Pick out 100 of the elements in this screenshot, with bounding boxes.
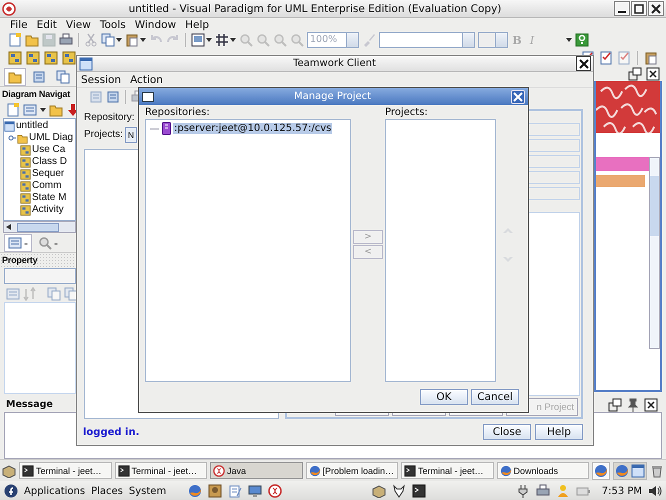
terminal-icon[interactable] bbox=[22, 464, 34, 476]
diagram-icon[interactable] bbox=[44, 51, 58, 65]
grid-icon[interactable] bbox=[215, 33, 229, 47]
java-icon[interactable] bbox=[268, 484, 282, 498]
speaker-icon[interactable] bbox=[648, 484, 662, 498]
page-icon[interactable] bbox=[6, 102, 20, 116]
checklist-icon[interactable] bbox=[599, 51, 613, 65]
terminal-icon[interactable] bbox=[404, 464, 416, 476]
diagram-icon[interactable] bbox=[20, 168, 31, 180]
dialog-button[interactable]: Cancel bbox=[471, 389, 519, 405]
project-button[interactable]: N bbox=[124, 126, 137, 142]
window-icon[interactable] bbox=[631, 464, 645, 478]
menu-item[interactable]: Tools bbox=[100, 18, 126, 30]
caret-icon[interactable] bbox=[566, 38, 572, 42]
diagram-icon[interactable] bbox=[26, 51, 40, 65]
terminal-icon[interactable] bbox=[118, 464, 130, 476]
logo-icon[interactable] bbox=[4, 484, 18, 498]
diagram-icon[interactable] bbox=[8, 51, 22, 65]
left-arrow-icon[interactable] bbox=[6, 224, 11, 230]
close-icon[interactable] bbox=[644, 398, 658, 412]
app-logo-icon[interactable] bbox=[2, 2, 16, 16]
caret-icon[interactable] bbox=[140, 38, 146, 42]
globe-icon[interactable] bbox=[615, 464, 629, 478]
taskbar-button[interactable]: [Problem loadin… bbox=[306, 462, 398, 479]
terminal-icon[interactable] bbox=[412, 484, 426, 498]
caret-icon[interactable] bbox=[206, 38, 212, 42]
globe-icon[interactable] bbox=[188, 484, 202, 498]
frame-icon[interactable] bbox=[191, 33, 205, 47]
tree-item[interactable]: Sequer bbox=[32, 168, 64, 180]
clipboard-icon[interactable] bbox=[125, 33, 139, 47]
printer-icon[interactable] bbox=[536, 484, 550, 498]
panel-tab[interactable] bbox=[4, 68, 26, 86]
horizontal-scrollbar[interactable] bbox=[3, 221, 76, 233]
restore-icon[interactable] bbox=[628, 67, 642, 81]
clipboard-icon[interactable] bbox=[644, 51, 658, 65]
close-icon[interactable] bbox=[646, 67, 660, 81]
menu-item[interactable]: Places bbox=[91, 486, 123, 496]
globe-icon[interactable] bbox=[308, 464, 320, 476]
dialog-button[interactable]: Help bbox=[535, 424, 583, 440]
checklist-icon[interactable] bbox=[617, 51, 631, 65]
repository-item[interactable]: :pserver:jeet@10.0.125.57:/cvs bbox=[173, 123, 332, 134]
menu-item[interactable]: Edit bbox=[36, 18, 57, 30]
folder-icon[interactable] bbox=[17, 132, 28, 144]
window-icon[interactable] bbox=[4, 120, 15, 132]
list-icon[interactable] bbox=[8, 236, 22, 250]
plug-icon[interactable] bbox=[516, 484, 530, 498]
box-icon[interactable] bbox=[372, 484, 386, 498]
tree-item[interactable]: Comm bbox=[32, 180, 62, 192]
list-icon[interactable] bbox=[23, 102, 37, 116]
printer-icon[interactable] bbox=[59, 33, 73, 47]
tree-item[interactable]: State M bbox=[32, 192, 66, 204]
folder-icon[interactable] bbox=[25, 33, 39, 47]
monitor-icon[interactable] bbox=[248, 484, 262, 498]
diagram-icon[interactable] bbox=[20, 180, 31, 192]
restore-icon[interactable] bbox=[608, 398, 622, 412]
dialog-button[interactable]: OK bbox=[420, 389, 468, 405]
menu-item[interactable]: File bbox=[10, 18, 28, 30]
taskbar-button[interactable]: Terminal - jeet… bbox=[19, 462, 112, 479]
tree-item[interactable]: Activity bbox=[32, 204, 64, 216]
maximize-button[interactable] bbox=[631, 1, 647, 16]
pin-icon[interactable] bbox=[626, 398, 640, 412]
globe-icon[interactable] bbox=[594, 464, 608, 478]
panel-tab[interactable]: - bbox=[34, 234, 62, 252]
caret-icon[interactable] bbox=[230, 38, 236, 42]
menu-item[interactable]: Action bbox=[130, 74, 163, 86]
vertical-scrollbar[interactable] bbox=[649, 157, 660, 349]
menu-item[interactable]: System bbox=[128, 486, 166, 496]
dialog-button[interactable]: Close bbox=[483, 424, 531, 440]
menu-item[interactable]: View bbox=[66, 18, 91, 30]
close-button[interactable] bbox=[576, 56, 591, 71]
photo-icon[interactable] bbox=[208, 484, 222, 498]
tree-item[interactable]: Use Ca bbox=[32, 144, 66, 156]
menu-item[interactable]: Window bbox=[134, 18, 176, 30]
menu-item[interactable]: Help bbox=[185, 18, 210, 30]
taskbar-button[interactable]: Java bbox=[210, 462, 302, 479]
folder-icon[interactable] bbox=[8, 70, 22, 84]
diagram-icon[interactable] bbox=[20, 144, 31, 156]
menu-item[interactable]: Session bbox=[81, 74, 122, 86]
diagram-icon[interactable] bbox=[20, 156, 31, 168]
panel-tab[interactable]: - bbox=[4, 234, 32, 252]
notepad-icon[interactable] bbox=[228, 484, 242, 498]
page-icon[interactable] bbox=[8, 33, 22, 47]
help-icon[interactable] bbox=[575, 33, 589, 47]
taskbar-button[interactable]: Terminal - jeet… bbox=[114, 462, 207, 479]
clock[interactable]: 7:53 PM bbox=[602, 486, 642, 496]
window-icon[interactable] bbox=[79, 56, 93, 70]
copy-icon[interactable] bbox=[101, 33, 115, 47]
property-field[interactable] bbox=[4, 268, 76, 284]
copy-icon[interactable] bbox=[56, 70, 70, 84]
tree-item[interactable]: Class D bbox=[32, 156, 68, 168]
trash-icon[interactable] bbox=[650, 464, 664, 478]
caret-icon[interactable] bbox=[116, 38, 122, 42]
java-icon[interactable] bbox=[213, 464, 225, 476]
diagram-icon[interactable] bbox=[20, 204, 31, 216]
taskbar-button[interactable]: Terminal - jeet… bbox=[401, 462, 494, 479]
tree-item[interactable]: untitled bbox=[16, 120, 48, 132]
taskbar-button[interactable]: Downloads bbox=[496, 462, 589, 479]
box-icon[interactable] bbox=[2, 464, 16, 478]
diagram-icon[interactable] bbox=[62, 51, 76, 65]
minimize-button[interactable] bbox=[614, 1, 630, 16]
